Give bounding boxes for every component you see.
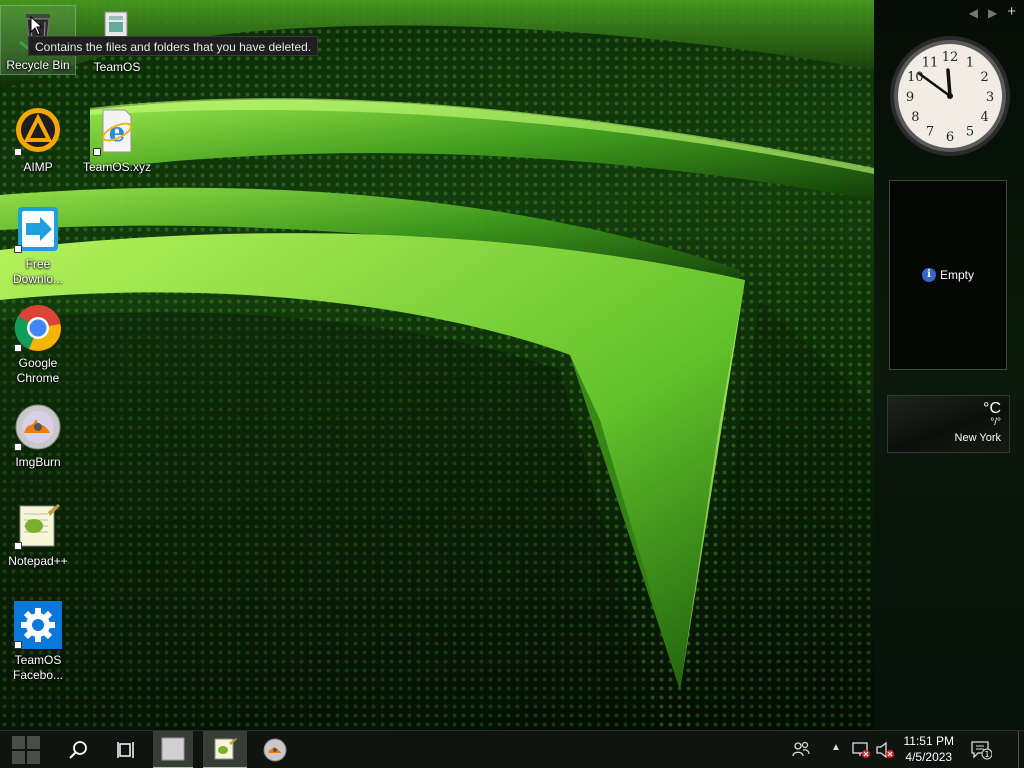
shortcut-arrow-icon [14,542,22,550]
notification-count-badge: 1 [984,750,989,759]
desktop-icon-teamos-xyz[interactable]: e TeamOS.xyz [80,108,154,175]
info-icon: i [921,268,936,282]
show-desktop-button[interactable] [1018,731,1024,768]
weather-temperature: °/° [990,417,1001,428]
svg-text:e: e [109,118,126,148]
window-icon [161,737,185,761]
action-center-icon[interactable]: 1 [970,740,993,763]
chrome-icon [14,304,62,352]
start-button[interactable] [0,731,52,768]
task-view-icon [117,742,134,758]
desktop-icon-notepad-plus-plus[interactable]: Notepad++ [1,502,75,569]
chevron-up-icon[interactable]: ▲ [831,742,841,753]
weather-unit: °C [983,400,1001,417]
imgburn-icon [14,403,62,451]
clock-gadget[interactable]: 12 1 2 3 4 5 6 7 8 9 10 11 [888,34,1012,158]
desktop-icon-label: ImgBurn [15,455,61,469]
imgburn-icon [263,738,287,762]
slideshow-status-text: Empty [939,268,974,282]
desktop-icon-google-chrome[interactable]: Google Chrome [1,304,75,386]
taskbar-app-window[interactable] [153,731,193,768]
windows-logo-icon [12,736,40,764]
desktop-icon-aimp[interactable]: AIMP [1,108,75,175]
clock-face: 12 12 3 45678 9 1011 [890,36,1010,156]
gadget-sidebar: ◀ ▶ + 12 1 2 3 4 5 6 7 8 9 10 11 i Empty °C °/° New… [874,0,1024,730]
slideshow-gadget[interactable]: i Empty [889,180,1007,370]
network-disconnected-icon[interactable] [851,741,871,762]
search-button[interactable] [56,731,100,768]
people-icon[interactable] [792,740,810,761]
internet-explorer-icon: e [93,108,141,156]
desktop-icon-label: Notepad++ [8,554,68,568]
desktop-icon-label: TeamOS.xyz [82,160,151,174]
settings-gear-icon [14,601,62,649]
desktop-icon-label: Google Chrome [16,356,60,385]
volume-muted-icon[interactable] [875,741,895,762]
notepad-plus-plus-icon [214,738,237,760]
clock-numeral: 9 [906,90,914,105]
desktop-icon-imgburn[interactable]: ImgBurn [1,403,75,470]
shortcut-arrow-icon [14,245,22,253]
clock-numeral: 4 [981,110,989,125]
sidebar-add-gadget-button[interactable]: + [1007,4,1016,20]
recycle-bin-tooltip: Contains the files and folders that you … [28,36,319,56]
clock-numeral: 1 [966,55,974,70]
clock-numeral: 6 [946,130,954,145]
shortcut-arrow-icon [14,443,22,451]
desktop-icon-label: Recycle Bin [6,58,70,72]
clock-numeral: 7 [926,125,934,140]
weather-gadget[interactable]: °C °/° New York [887,395,1010,453]
desktop-icon-label: Free Downlo... [12,257,64,286]
desktop-icon-teamos-facebook[interactable]: TeamOS Facebo... [1,601,75,683]
desktop-icon-label: AIMP [23,160,53,174]
taskbar-app-notepad-plus-plus[interactable] [203,731,247,768]
clock-numeral: 5 [966,125,974,140]
weather-city: New York [954,432,1001,444]
clock-numeral: 11 [922,55,939,70]
clock-numeral: 2 [981,70,989,85]
task-view-button[interactable] [104,731,148,768]
aimp-icon [14,108,62,156]
clock-numeral: 12 [942,50,959,65]
notepad-plus-plus-icon [14,502,62,550]
desktop-icon-label: TeamOS Facebo... [12,653,64,682]
sidebar-next-button[interactable]: ▶ [988,6,997,20]
shortcut-arrow-icon [14,641,22,649]
system-date: 4/5/2023 [905,750,953,764]
shortcut-arrow-icon [14,148,22,156]
clock-numeral: 3 [986,90,994,105]
free-download-manager-icon [14,205,62,253]
shortcut-arrow-icon [14,344,22,352]
sidebar-controls: ◀ ▶ + [969,4,1016,20]
clock-numeral: 8 [911,110,919,125]
taskbar-app-imgburn[interactable] [253,731,297,768]
clock-hour-hand [946,68,952,98]
desktop-icon-label: TeamOS [93,60,141,74]
system-time: 11:51 PM [903,734,954,748]
mouse-cursor-icon [30,16,44,36]
system-clock[interactable]: 11:51 PM 4/5/2023 [904,733,954,765]
sidebar-prev-button[interactable]: ◀ [969,6,978,20]
shortcut-arrow-icon [93,148,101,156]
taskbar: ▲ 11:51 PM 4/5/2023 1 [0,730,1024,768]
desktop-icon-free-download-manager[interactable]: Free Downlo... [1,205,75,287]
search-icon [69,741,87,759]
clock-numeral: 10 [907,70,924,85]
